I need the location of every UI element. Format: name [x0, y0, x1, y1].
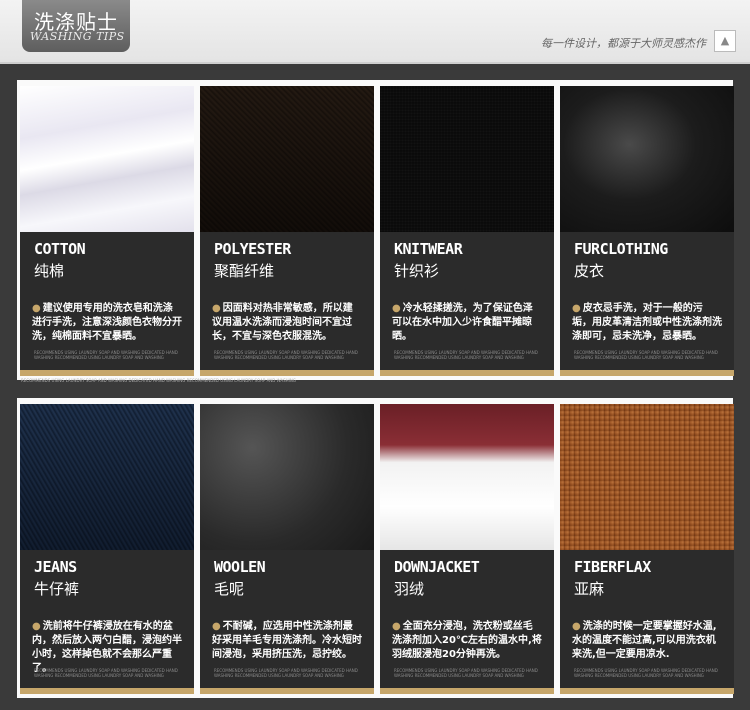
leather-texture-image	[560, 86, 734, 232]
accent-bar	[20, 370, 194, 376]
fabric-card-polyester: POLYESTER 聚酯纤维 ● 因面料对热非常敏感，所以建议用温水洗涤而浸泡时间…	[200, 86, 374, 376]
accent-bar	[20, 688, 194, 694]
care-text: 全面充分浸泡，洗衣粉或丝毛洗涤剂加入20℃左右的温水中,将羽绒服浸泡20分钟再洗…	[392, 621, 542, 660]
fabric-name-cn: 亚麻	[574, 580, 605, 598]
fabric-card-fiberflax: FIBERFLAX 亚麻 ● 洗涤的时候一定要掌握好水温,水的温度不能过高,可以用…	[560, 404, 734, 694]
page-subtitle: WASHING TIPS	[30, 30, 125, 43]
chevron-up-icon: ▲	[720, 34, 730, 47]
fabric-name-en: FIBERFLAX	[574, 558, 651, 576]
card-info: COTTON 纯棉 ● 建议使用专用的洗衣皂和洗涤进行手洗，注意深浅颜色衣物分开洗…	[20, 232, 194, 376]
bullet-icon: ●	[392, 303, 401, 314]
bullet-icon: ●	[572, 621, 581, 632]
fabric-name-cn: 毛呢	[214, 580, 245, 598]
fine-print: RECOMMENDS USING LAUNDRY SOAP AND WASHIN…	[214, 350, 358, 360]
fabric-card-jeans: JEANS 牛仔裤 ● 洗前将牛仔裤浸放在有水的盆内，然后放入两勺白醋，浸泡约半小…	[20, 404, 194, 694]
header: 洗涤贴士 WASHING TIPS 每一件设计，都源于大师灵感杰作 ▲	[0, 0, 750, 64]
linen-texture-image	[560, 404, 734, 550]
card-info: WOOLEN 毛呢 ● 不耐碱，应选用中性洗涤剂最好采用羊毛专用洗涤剂。冷水短时间…	[200, 550, 374, 694]
fine-print: RECOMMENDS USING LAUNDRY SOAP AND WASHIN…	[574, 668, 718, 678]
fabric-card-knitwear: KNITWEAR 针织衫 ● 冷水轻揉搓洗，为了保证色泽可以在水中加入少许食醋平摊…	[380, 86, 554, 376]
fabric-name-en: DOWNJACKET	[394, 558, 480, 576]
care-text: 不耐碱，应选用中性洗涤剂最好采用羊毛专用洗涤剂。冷水短时间浸泡，采用挤压洗，忌拧…	[212, 621, 362, 660]
accent-bar	[560, 370, 734, 376]
fabric-name-en: KNITWEAR	[394, 240, 463, 258]
accent-bar	[200, 370, 374, 376]
denim-texture-image	[20, 404, 194, 550]
fabric-card-cotton: COTTON 纯棉 ● 建议使用专用的洗衣皂和洗涤进行手洗，注意深浅颜色衣物分开洗…	[20, 86, 194, 376]
fabric-name-cn: 聚酯纤维	[214, 262, 275, 280]
wool-texture-image	[200, 404, 374, 550]
care-text: 皮衣忌手洗，对于一般的污垢，用皮革清洁剂或中性洗涤剂洗涤即可，忌未洗净，忌暴晒。	[572, 303, 722, 342]
card-info: FIBERFLAX 亚麻 ● 洗涤的时候一定要掌握好水温,水的温度不能过高,可以用…	[560, 550, 734, 694]
fabric-card-furclothing: FURCLOTHING 皮衣 ● 皮衣忌手洗，对于一般的污垢，用皮革清洁剂或中性洗…	[560, 86, 734, 376]
knitwear-texture-image	[380, 86, 554, 232]
bullet-icon: ●	[212, 621, 221, 632]
accent-bar	[380, 370, 554, 376]
bullet-icon: ●	[392, 621, 401, 632]
slogan: 每一件设计，都源于大师灵感杰作	[541, 37, 706, 50]
card-info: JEANS 牛仔裤 ● 洗前将牛仔裤浸放在有水的盆内，然后放入两勺白醋，浸泡约半小…	[20, 550, 194, 694]
collapse-toggle-button[interactable]: ▲	[714, 30, 736, 52]
bullet-icon: ●	[212, 303, 221, 314]
card-info: DOWNJACKET 羽绒 ● 全面充分浸泡，洗衣粉或丝毛洗涤剂加入20℃左右的温…	[380, 550, 554, 694]
care-text: 洗涤的时候一定要掌握好水温,水的温度不能过高,可以用洗衣机来洗,但一定要用凉水.	[572, 621, 717, 660]
care-text: 冷水轻揉搓洗，为了保证色泽可以在水中加入少许食醋平摊晾晒。	[392, 303, 533, 342]
fabric-name-cn: 皮衣	[574, 262, 605, 280]
accent-bar	[560, 688, 734, 694]
fabric-name-en: WOOLEN	[214, 558, 266, 576]
bullet-icon: ●	[32, 303, 41, 314]
fine-print: RECOMMENDS USING LAUNDRY SOAP AND WASHIN…	[34, 668, 178, 678]
fabric-row-1: COTTON 纯棉 ● 建议使用专用的洗衣皂和洗涤进行手洗，注意深浅颜色衣物分开洗…	[17, 80, 734, 383]
fabric-name-en: COTTON	[34, 240, 86, 258]
care-instruction: ● 皮衣忌手洗，对于一般的污垢，用皮革清洁剂或中性洗涤剂洗涤即可，忌未洗净，忌暴晒…	[572, 302, 722, 344]
down-feather-image	[380, 404, 554, 550]
card-info: KNITWEAR 针织衫 ● 冷水轻揉搓洗，为了保证色泽可以在水中加入少许食醋平摊…	[380, 232, 554, 376]
bullet-icon: ●	[32, 621, 41, 632]
fabric-name-cn: 纯棉	[34, 262, 65, 280]
fine-print: RECOMMENDS USING LAUNDRY SOAP AND WASHIN…	[394, 668, 538, 678]
accent-bar	[200, 688, 374, 694]
fabric-name-en: FURCLOTHING	[574, 240, 668, 258]
care-instruction: ● 冷水轻揉搓洗，为了保证色泽可以在水中加入少许食醋平摊晾晒。	[392, 302, 542, 344]
fine-print: RECOMMENDS USING LAUNDRY SOAP AND WASHIN…	[34, 350, 178, 360]
fine-print: RECOMMENDS USING LAUNDRY SOAP AND WASHIN…	[574, 350, 718, 360]
care-instruction: ● 洗涤的时候一定要掌握好水温,水的温度不能过高,可以用洗衣机来洗,但一定要用凉水…	[572, 620, 722, 662]
fabric-name-cn: 羽绒	[394, 580, 425, 598]
fabric-name-cn: 针织衫	[394, 262, 440, 280]
care-instruction: ● 建议使用专用的洗衣皂和洗涤进行手洗，注意深浅颜色衣物分开洗，纯棉面料不宜暴晒。	[32, 302, 182, 344]
fabric-card-downjacket: DOWNJACKET 羽绒 ● 全面充分浸泡，洗衣粉或丝毛洗涤剂加入20℃左右的温…	[380, 404, 554, 694]
cotton-texture-image	[20, 86, 194, 232]
fabric-row-2: JEANS 牛仔裤 ● 洗前将牛仔裤浸放在有水的盆内，然后放入两勺白醋，浸泡约半小…	[17, 398, 734, 698]
card-info: POLYESTER 聚酯纤维 ● 因面料对热非常敏感，所以建议用温水洗涤而浸泡时间…	[200, 232, 374, 376]
care-instruction: ● 不耐碱，应选用中性洗涤剂最好采用羊毛专用洗涤剂。冷水短时间浸泡，采用挤压洗，忌…	[212, 620, 362, 662]
care-text: 因面料对热非常敏感，所以建议用温水洗涤而浸泡时间不宜过长，不宜与深色衣服混洗。	[212, 303, 353, 342]
care-instruction: ● 因面料对热非常敏感，所以建议用温水洗涤而浸泡时间不宜过长，不宜与深色衣服混洗。	[212, 302, 362, 344]
care-text: 洗前将牛仔裤浸放在有水的盆内，然后放入两勺白醋，浸泡约半小时，这样掉色就不会那么…	[32, 621, 182, 674]
fine-print: RECOMMENDS USING LAUNDRY SOAP AND WASHIN…	[394, 350, 538, 360]
bullet-icon: ●	[572, 303, 581, 314]
fabric-name-en: JEANS	[34, 558, 77, 576]
fabric-name-en: POLYESTER	[214, 240, 291, 258]
care-instruction: ● 全面充分浸泡，洗衣粉或丝毛洗涤剂加入20℃左右的温水中,将羽绒服浸泡20分钟再…	[392, 620, 542, 662]
care-text: 建议使用专用的洗衣皂和洗涤进行手洗，注意深浅颜色衣物分开洗，纯棉面料不宜暴晒。	[32, 303, 182, 342]
fine-print: RECOMMENDS USING LAUNDRY SOAP AND WASHIN…	[214, 668, 358, 678]
panel-fine-print: RECOMMENDS USING LAUNDRY SOAP AND WASHIN…	[21, 378, 296, 383]
card-info: FURCLOTHING 皮衣 ● 皮衣忌手洗，对于一般的污垢，用皮革清洁剂或中性洗…	[560, 232, 734, 376]
polyester-texture-image	[200, 86, 374, 232]
fabric-name-cn: 牛仔裤	[34, 580, 80, 598]
accent-bar	[380, 688, 554, 694]
fabric-card-woolen: WOOLEN 毛呢 ● 不耐碱，应选用中性洗涤剂最好采用羊毛专用洗涤剂。冷水短时间…	[200, 404, 374, 694]
